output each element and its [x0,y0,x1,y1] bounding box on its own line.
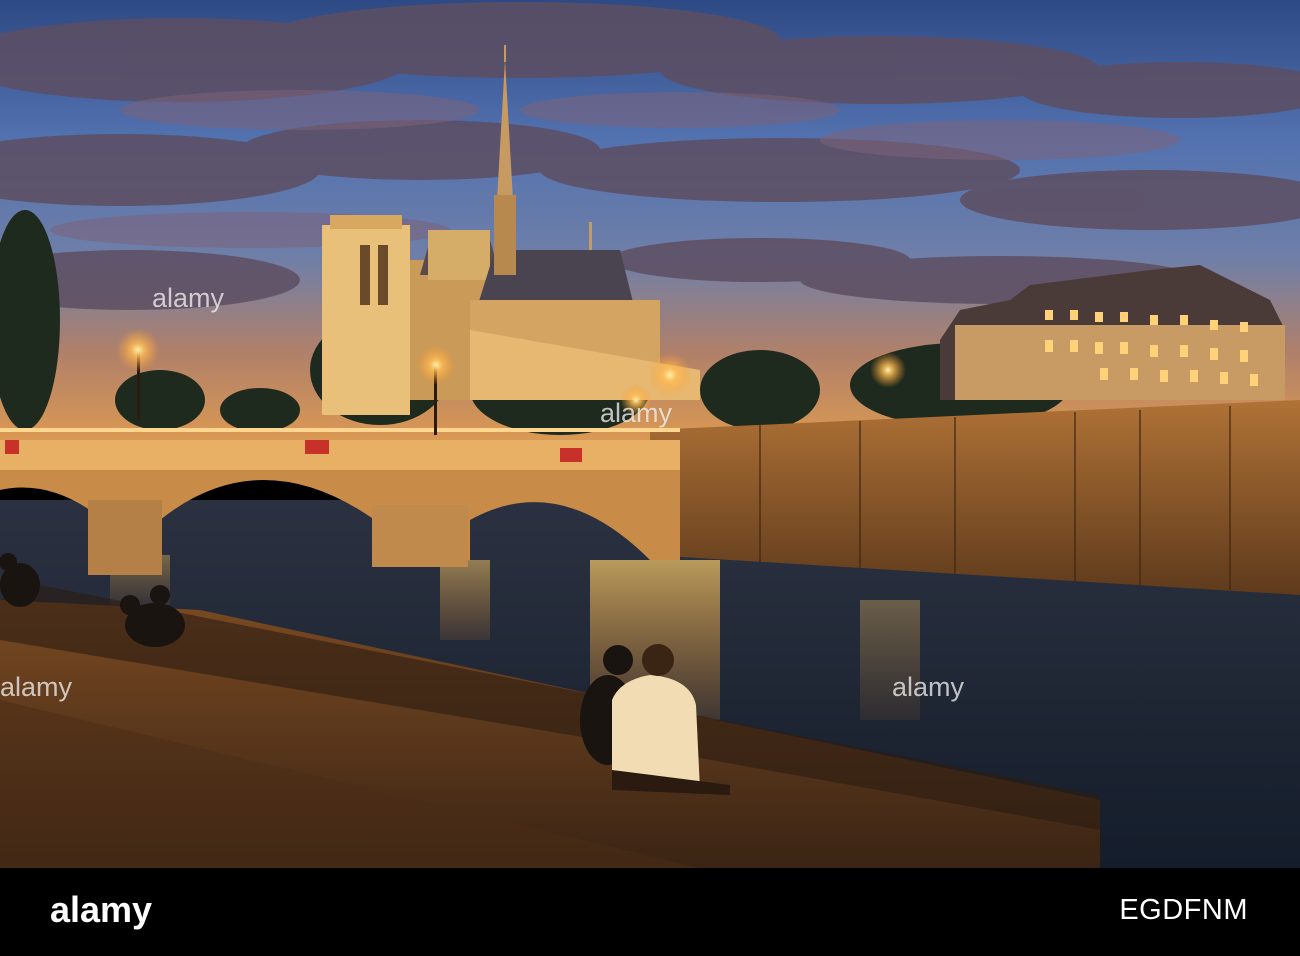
notre-dame-night-photo [0,0,1300,868]
footer-bar: alamy EGDFNM [0,868,1300,956]
photo-frame: alamy alamy alamy alamy alamy EGDFNM [0,0,1300,956]
image-id: EGDFNM [1119,894,1248,926]
svg-text:alamy: alamy [50,889,152,930]
alamy-logo: alamy [50,889,152,930]
